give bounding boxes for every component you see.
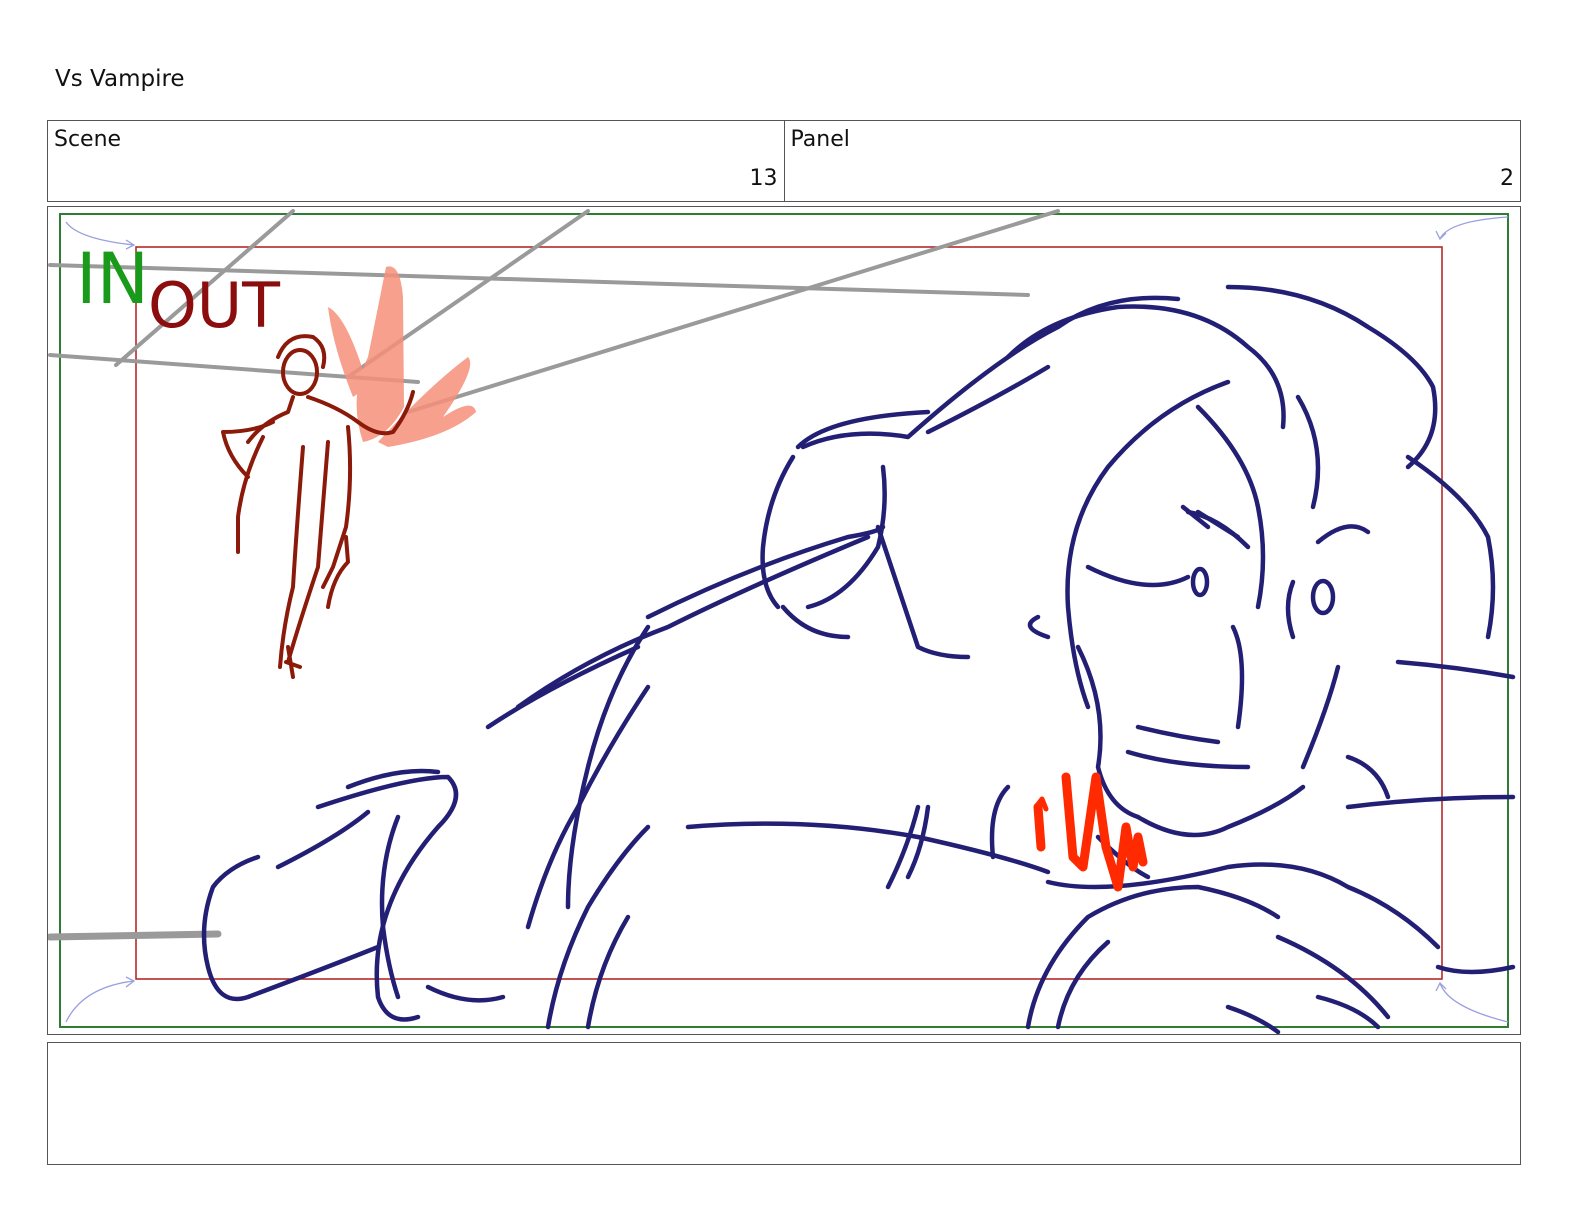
panel-cell: Panel 2 — [783, 121, 1521, 201]
scene-cell: Scene 13 — [48, 121, 784, 201]
out-frame-label: OUT — [148, 269, 281, 342]
storyboard-title: Vs Vampire — [55, 66, 185, 92]
panel-number[interactable]: 2 — [1500, 166, 1514, 191]
panel-sketch: IN OUT — [48, 209, 1516, 1034]
in-frame-label: IN — [76, 238, 149, 320]
panel-notes[interactable] — [47, 1042, 1521, 1165]
scene-number[interactable]: 13 — [750, 166, 778, 191]
scene-label: Scene — [54, 127, 122, 152]
panel-label: Panel — [790, 127, 850, 152]
storyboard-panel[interactable]: IN OUT — [47, 206, 1521, 1035]
blood-accent — [1033, 772, 1148, 892]
scene-panel-info: Scene 13 Panel 2 — [47, 120, 1521, 202]
camera-move-arrows — [65, 216, 1509, 1023]
